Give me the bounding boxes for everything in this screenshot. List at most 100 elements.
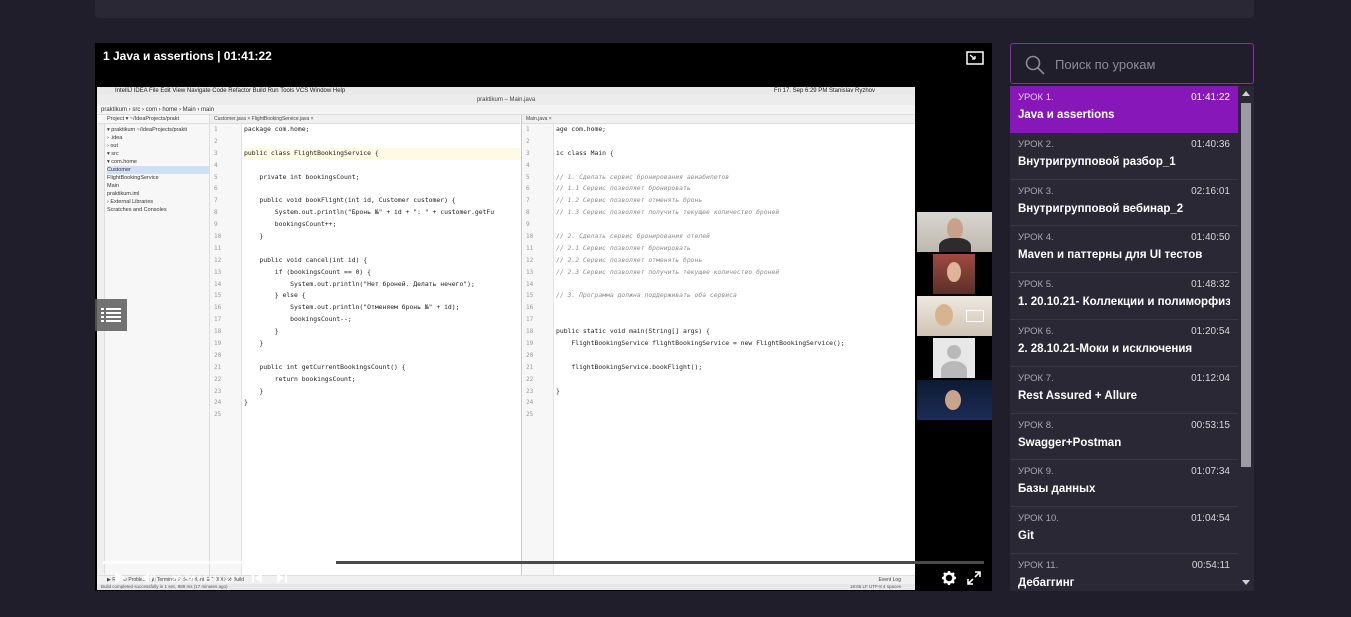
playlist-icon[interactable]: [95, 299, 127, 331]
project-panel: Project ▾ ~/IdeaProjects/prakt ▾ praktik…: [97, 115, 210, 575]
line-number: 17: [526, 316, 534, 324]
lesson-title: Swagger+Postman: [1018, 436, 1122, 449]
scroll-up-icon[interactable]: [1242, 91, 1250, 96]
lesson-item[interactable]: Урок 11. 00:54:11 Дебаггинг: [1010, 553, 1238, 591]
progress-bar[interactable]: [103, 561, 984, 564]
top-bar: [95, 0, 1254, 18]
code-line: public void cancel(int id) {: [244, 255, 368, 264]
search-input[interactable]: [1055, 54, 1245, 74]
mac-status: Fri 17. Sep 6:29 PM Stanislav Ryzhov: [773, 88, 875, 94]
project-tree[interactable]: ▾ praktikum ~/IdeaProjects/prakti › .ide…: [97, 124, 209, 214]
line-number: 22: [214, 375, 222, 383]
participant-avatar: [933, 338, 975, 378]
line-number: 11: [214, 244, 222, 252]
code-line: // 1.1 Сервис позволяет бронировать: [556, 184, 691, 193]
tree-item[interactable]: ▾ com.home: [107, 158, 209, 166]
fullscreen-icon[interactable]: [967, 571, 981, 590]
editor-tabs[interactable]: Customer.java × FlightBookingService.jav…: [210, 115, 520, 124]
search-icon: [1025, 55, 1045, 75]
lesson-list-scrollbar[interactable]: [1238, 86, 1254, 591]
tree-item[interactable]: ▾ praktikum ~/IdeaProjects/prakti: [107, 126, 209, 134]
code-line: FlightBookingService flightBookingServic…: [556, 339, 845, 348]
lesson-search[interactable]: [1010, 43, 1254, 84]
line-number: 7: [526, 197, 530, 205]
video-player[interactable]: 1 Java и assertions | 01:41:22 IntelliJ …: [95, 43, 992, 591]
volume-icon[interactable]: [141, 571, 157, 590]
line-number: 21: [214, 363, 222, 371]
tree-item[interactable]: Scratches and Consoles: [107, 206, 209, 214]
lesson-list[interactable]: Урок 1. 01:41:22 Java и assertions Урок 2. 0…: [1010, 86, 1238, 591]
tree-item[interactable]: FlightBookingService: [107, 174, 209, 182]
line-number: 21: [526, 363, 534, 371]
lesson-duration: 02:16:01: [1191, 185, 1230, 197]
code-line: System.out.println("Нет броней. Делать н…: [244, 279, 475, 288]
lesson-duration: 01:07:34: [1191, 466, 1230, 478]
shared-screen: IntelliJ IDEA File Edit View Navigate Co…: [97, 87, 915, 590]
progress-fill: [103, 561, 337, 564]
line-number: 16: [214, 304, 222, 312]
tree-item[interactable]: ▾ src: [107, 150, 209, 158]
lesson-item[interactable]: Урок 5. 01:48:32 1. 20.10.21- Коллекции и …: [1010, 273, 1238, 320]
tree-item[interactable]: › .idea: [107, 134, 209, 142]
lesson-item[interactable]: Урок 8. 00:53:15 Swagger+Postman: [1010, 413, 1238, 461]
line-number: 15: [214, 292, 222, 300]
participant-tiles: [917, 212, 992, 422]
lesson-title: Git: [1018, 530, 1034, 543]
lesson-duration: 01:40:50: [1191, 232, 1230, 244]
tree-item[interactable]: Main: [107, 182, 209, 190]
settings-icon[interactable]: [942, 571, 956, 590]
code-line: if (bookingsCount == 0) {: [244, 267, 371, 276]
pip-icon[interactable]: [966, 51, 984, 65]
lesson-item[interactable]: Урок 4. 01:40:50 Maven и паттерны для UI т…: [1010, 226, 1238, 274]
lesson-title: 1. 20.10.21- Коллекции и полиморфизм: [1018, 296, 1230, 309]
tree-item[interactable]: › External Libraries: [107, 198, 209, 206]
project-header: Project ▾ ~/IdeaProjects/prakt: [97, 115, 209, 124]
code-line: bookingsCount++;: [244, 220, 337, 229]
code-line: // 2.1 Сервис позволяет бронировать: [556, 243, 691, 252]
line-number: 14: [214, 280, 222, 288]
lesson-item[interactable]: Урок 1. 01:41:22 Java и assertions: [1010, 86, 1238, 133]
editor-tabs[interactable]: Main.java ×: [522, 115, 915, 124]
line-number: 10: [214, 233, 222, 241]
code-area[interactable]: age com.home; ic class Main {// 1. Сделат…: [556, 124, 915, 421]
line-gutter: 1 2 3 4 5 6 7 8 9 10 11 12 13 14 15 16 17 18 19 20 21 22 23 24 2…: [522, 124, 554, 575]
scroll-thumb[interactable]: [1241, 103, 1251, 467]
tree-item[interactable]: praktikum.iml: [107, 190, 209, 198]
editor-right[interactable]: Main.java × 1 2 3 4 5 6 7 8 9 10 11 12 13 14 15 16 17 18 1…: [521, 115, 915, 575]
prev-icon[interactable]: [251, 571, 263, 589]
code-line: // 2. Сделать сервис бронирования отелей: [556, 232, 710, 241]
line-number: 2: [526, 137, 530, 145]
line-number: 19: [526, 340, 534, 348]
lesson-item[interactable]: Урок 9. 01:07:34 Базы данных: [1010, 460, 1238, 508]
line-number: 13: [526, 268, 534, 276]
lesson-item[interactable]: Урок 7. 01:12:04 Rest Assured + Allure: [1010, 366, 1238, 414]
lesson-item[interactable]: Урок 3. 02:16:01 Внутригрупповой вебинар_2: [1010, 179, 1238, 227]
line-number: 1: [214, 126, 218, 133]
lesson-item[interactable]: Урок 2. 01:40:36 Внутригрупповой разбор_1: [1010, 132, 1238, 180]
mac-menu-bar: IntelliJ IDEA File Edit View Navigate Co…: [97, 87, 915, 95]
next-icon[interactable]: [276, 571, 288, 589]
editor-left[interactable]: Customer.java × FlightBookingService.jav…: [210, 115, 520, 575]
tree-item[interactable]: › out: [107, 142, 209, 150]
line-number: 17: [214, 316, 222, 324]
participant-video: [917, 380, 992, 420]
line-gutter: 1 2 3 4 5 6 7 8 9 10 11 12 13 14 15 16 17 18 19 20 21 22 23 24 2…: [210, 124, 242, 575]
line-number: 24: [214, 399, 222, 407]
lesson-duration: 00:53:15: [1191, 419, 1230, 431]
play-icon[interactable]: [113, 571, 127, 590]
line-number: 15: [526, 292, 534, 300]
lesson-item[interactable]: Урок 6. 01:20:54 2. 28.10.21-Моки и исключ…: [1010, 319, 1238, 367]
code-area[interactable]: package com.home; public class FlightBook…: [244, 124, 520, 421]
scroll-down-icon[interactable]: [1242, 580, 1250, 585]
lesson-item[interactable]: Урок 10. 01:04:54 Git: [1010, 507, 1238, 554]
code-line: package com.home;: [244, 125, 310, 133]
tree-item[interactable]: Customer: [107, 166, 209, 174]
line-number: 14: [526, 280, 534, 288]
line-number: 19: [214, 340, 222, 348]
line-number: 3: [526, 149, 530, 157]
code-line: }: [244, 339, 264, 348]
code-line: }: [244, 327, 279, 336]
